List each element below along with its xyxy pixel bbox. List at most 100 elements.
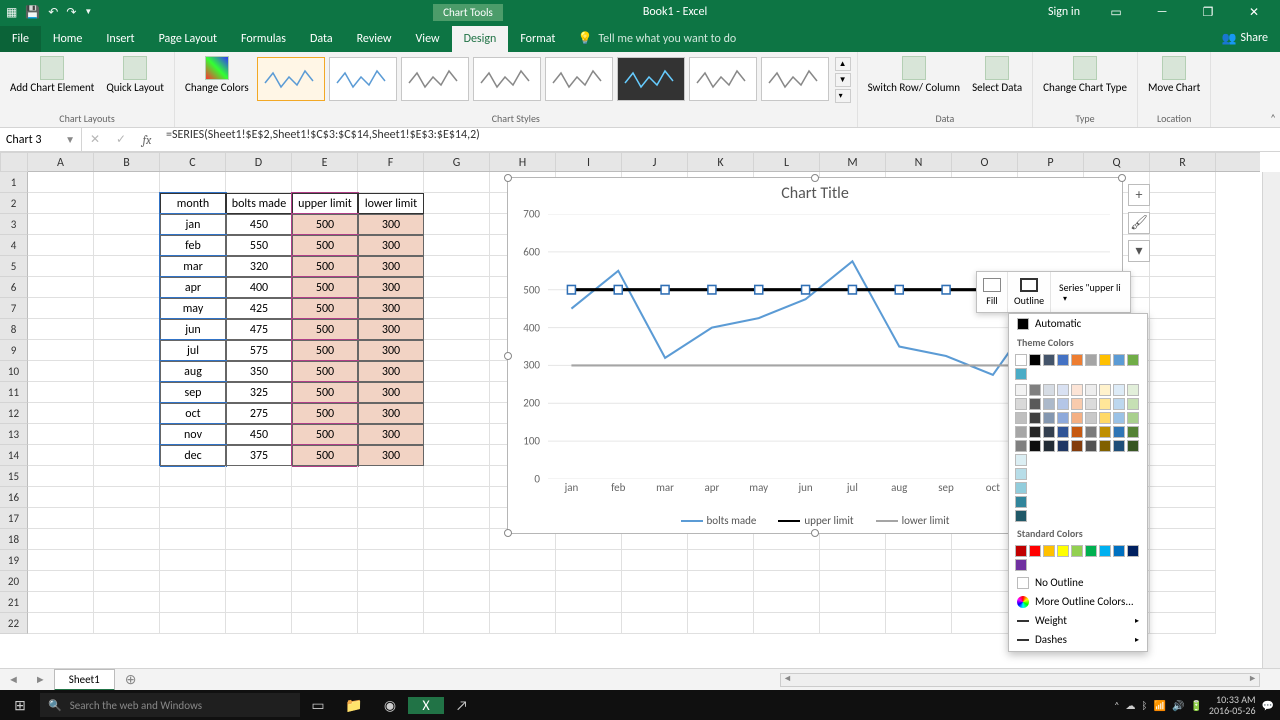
color-swatch[interactable] — [1043, 412, 1055, 424]
cell[interactable]: jan — [160, 214, 226, 235]
cell[interactable] — [292, 487, 358, 508]
cell[interactable] — [226, 487, 292, 508]
cell[interactable]: 475 — [226, 319, 292, 340]
color-swatch[interactable] — [1057, 440, 1069, 452]
cell[interactable] — [94, 214, 160, 235]
cell[interactable] — [226, 613, 292, 634]
cell[interactable] — [1150, 508, 1216, 529]
cell[interactable] — [28, 487, 94, 508]
cell[interactable] — [754, 592, 820, 613]
cell[interactable] — [358, 571, 424, 592]
cell[interactable] — [490, 613, 556, 634]
cell[interactable] — [28, 214, 94, 235]
cell[interactable] — [424, 466, 490, 487]
row-22[interactable]: 22 — [0, 613, 28, 634]
color-swatch[interactable] — [1071, 398, 1083, 410]
cell[interactable] — [226, 550, 292, 571]
cell[interactable] — [358, 487, 424, 508]
color-swatch[interactable] — [1015, 510, 1027, 522]
color-swatch[interactable] — [1015, 368, 1027, 380]
cell[interactable] — [94, 340, 160, 361]
cell[interactable] — [820, 613, 886, 634]
network-icon[interactable]: 📶 — [1154, 699, 1166, 712]
cell[interactable] — [28, 235, 94, 256]
cell[interactable] — [160, 466, 226, 487]
color-swatch[interactable] — [1113, 398, 1125, 410]
cell[interactable] — [292, 550, 358, 571]
cell[interactable] — [688, 592, 754, 613]
cell[interactable] — [424, 256, 490, 277]
color-swatch[interactable] — [1043, 440, 1055, 452]
start-button[interactable]: ⊞ — [0, 697, 40, 714]
no-outline[interactable]: No Outline — [1009, 573, 1147, 592]
cell[interactable] — [160, 487, 226, 508]
row-9[interactable]: 9 — [0, 340, 28, 361]
onedrive-icon[interactable]: ☁ — [1126, 699, 1136, 712]
cell[interactable] — [160, 172, 226, 193]
color-swatch[interactable] — [1113, 412, 1125, 424]
cell[interactable] — [28, 340, 94, 361]
color-swatch[interactable] — [1015, 354, 1027, 366]
select-all-corner[interactable] — [0, 152, 28, 172]
row-21[interactable]: 21 — [0, 592, 28, 613]
add-chart-element-button[interactable]: Add Chart Element — [6, 54, 98, 96]
cell[interactable] — [28, 298, 94, 319]
cell[interactable] — [1150, 445, 1216, 466]
quick-layout-button[interactable]: Quick Layout — [102, 54, 168, 96]
cell[interactable]: 300 — [358, 319, 424, 340]
color-swatch[interactable] — [1029, 412, 1041, 424]
cell[interactable] — [292, 172, 358, 193]
col-Q[interactable]: Q — [1084, 153, 1150, 171]
cell[interactable] — [556, 571, 622, 592]
styles-scroll-up[interactable]: ▲ — [835, 57, 851, 71]
cell[interactable] — [688, 550, 754, 571]
color-swatch[interactable] — [1071, 426, 1083, 438]
color-swatch[interactable] — [1071, 354, 1083, 366]
automatic-color[interactable]: Automatic — [1009, 314, 1147, 333]
redo-icon[interactable]: ↷ — [66, 5, 76, 20]
cell[interactable] — [424, 340, 490, 361]
cell[interactable] — [358, 529, 424, 550]
sheet-nav-next[interactable]: ► — [27, 673, 54, 686]
styles-more[interactable]: ▾ — [835, 89, 851, 103]
series-selector[interactable]: Series "upper li▾ — [1051, 272, 1130, 312]
color-swatch[interactable] — [1057, 398, 1069, 410]
color-swatch[interactable] — [1099, 354, 1111, 366]
cell[interactable] — [28, 550, 94, 571]
color-swatch[interactable] — [1099, 384, 1111, 396]
horizontal-scrollbar[interactable] — [780, 673, 1260, 687]
cell[interactable] — [160, 592, 226, 613]
qat-customize-icon[interactable]: ▼ — [84, 7, 92, 17]
cell[interactable]: 400 — [226, 277, 292, 298]
color-swatch[interactable] — [1057, 426, 1069, 438]
cell[interactable] — [424, 382, 490, 403]
color-swatch[interactable] — [1057, 412, 1069, 424]
cell[interactable]: 300 — [358, 235, 424, 256]
cell[interactable]: 500 — [292, 424, 358, 445]
chart-style-5[interactable] — [545, 57, 613, 101]
col-I[interactable]: I — [556, 153, 622, 171]
cell[interactable]: 425 — [226, 298, 292, 319]
cell[interactable]: mar — [160, 256, 226, 277]
cell[interactable] — [820, 571, 886, 592]
color-swatch[interactable] — [1015, 559, 1027, 571]
cell[interactable] — [1150, 340, 1216, 361]
cell[interactable] — [754, 571, 820, 592]
color-swatch[interactable] — [1043, 384, 1055, 396]
cell[interactable] — [424, 550, 490, 571]
cell[interactable] — [1150, 592, 1216, 613]
tray-up-icon[interactable]: ˄ — [1114, 699, 1119, 712]
cell[interactable] — [424, 172, 490, 193]
cell[interactable] — [424, 319, 490, 340]
col-C[interactable]: C — [160, 153, 226, 171]
col-B[interactable]: B — [94, 153, 160, 171]
change-chart-type-button[interactable]: Change Chart Type — [1039, 54, 1131, 96]
cell[interactable] — [622, 613, 688, 634]
cell[interactable] — [226, 529, 292, 550]
cell[interactable] — [94, 172, 160, 193]
cell[interactable] — [688, 613, 754, 634]
save-icon[interactable]: 💾 — [25, 5, 40, 20]
cell[interactable]: aug — [160, 361, 226, 382]
cell[interactable] — [556, 550, 622, 571]
row-12[interactable]: 12 — [0, 403, 28, 424]
